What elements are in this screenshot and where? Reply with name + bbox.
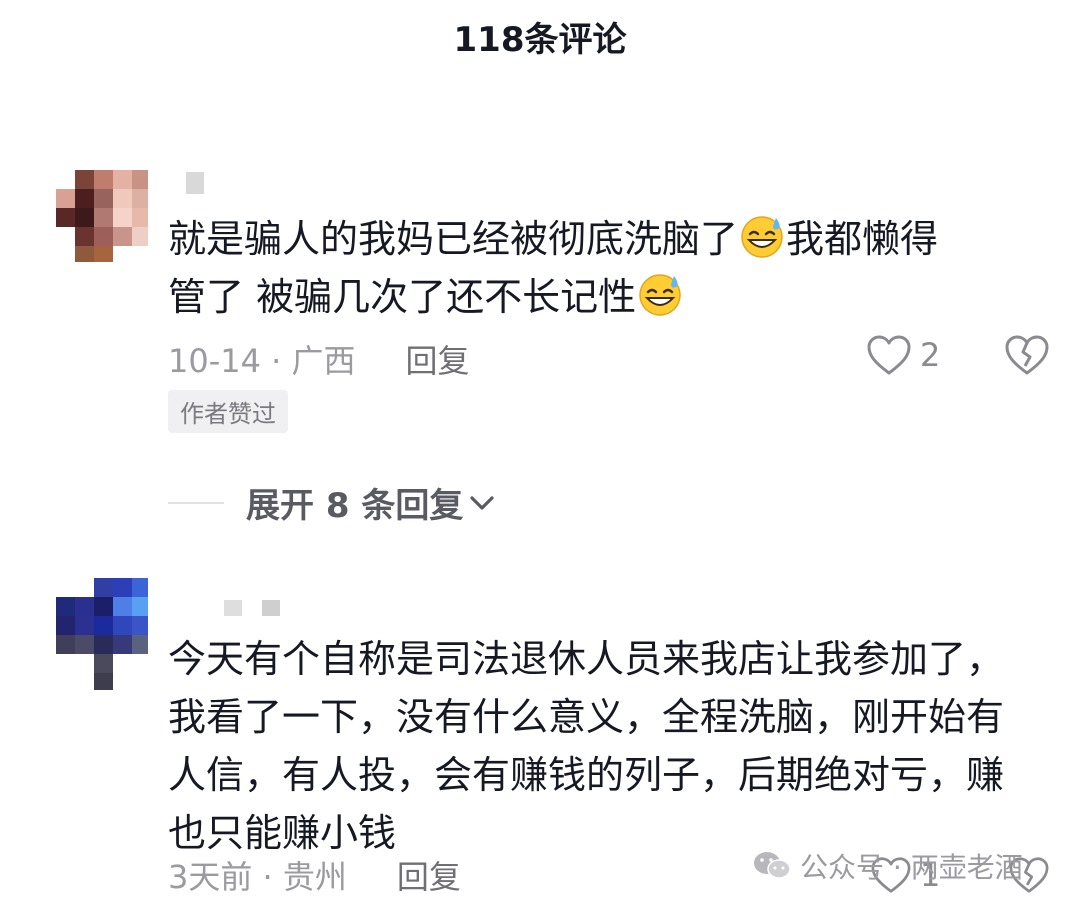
avatar[interactable] [56, 170, 148, 262]
date-location: 3天前 · 贵州 [168, 858, 347, 896]
grinning-sweat-emoji [639, 274, 681, 316]
avatar[interactable] [56, 578, 148, 690]
comment-meta: 10-14 · 广西 回复 [168, 336, 470, 382]
watermark: 公众号 · 两壶老酒 [752, 846, 1023, 886]
reply-button[interactable]: 回复 [397, 852, 461, 898]
wechat-icon [754, 852, 791, 879]
like-button[interactable]: 2 [866, 334, 940, 376]
expand-replies-label: 展开 8 条回复 [246, 486, 464, 526]
grinning-sweat-emoji [741, 216, 783, 258]
reply-button[interactable]: 回复 [406, 336, 470, 382]
date-location: 10-14 · 广西 [168, 342, 356, 380]
page-title: 118条评论 [453, 20, 627, 60]
watermark-text: 公众号 · 两壶老酒 [800, 851, 1023, 884]
dislike-button[interactable] [1004, 334, 1050, 380]
author-liked-badge: 作者赞过 [168, 390, 288, 433]
broken-heart-icon [1005, 335, 1049, 375]
divider-line [168, 501, 224, 504]
comment-text: 今天有个自称是司法退休人员来我店让我参加了，我看了一下，没有什么意义，全程洗脑，… [168, 637, 1005, 855]
comment-text: 就是骗人的我妈已经被彻底洗脑了 我都懒得 管了 被骗几次了还不长记性 [168, 210, 1048, 326]
like-count: 2 [920, 336, 941, 374]
chevron-down-icon [470, 495, 494, 510]
comment-meta: 3天前 · 贵州 回复 [168, 852, 461, 898]
heart-icon [867, 335, 911, 375]
expand-replies-button[interactable]: 展开 8 条回复 [168, 478, 497, 527]
